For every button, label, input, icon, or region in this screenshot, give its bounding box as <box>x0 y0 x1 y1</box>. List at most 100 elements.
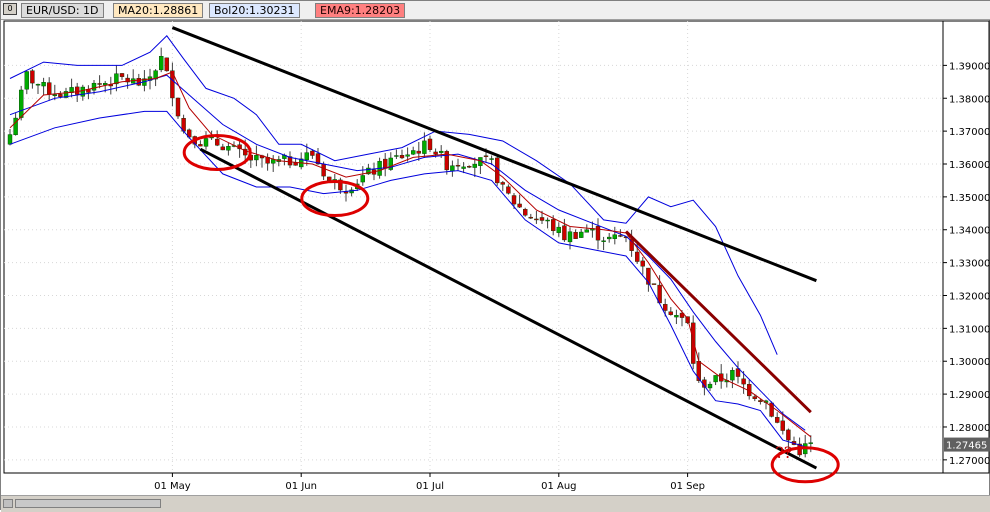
candle-bearish <box>758 400 763 402</box>
candle-bearish <box>786 429 791 441</box>
horizontal-scrollbar[interactable] <box>1 495 990 512</box>
date-tick-label: 01 Sep <box>670 481 705 492</box>
candle-bearish <box>327 176 332 181</box>
price-tick-label: 1.32000 <box>949 291 990 302</box>
candle-bearish <box>663 304 668 311</box>
candle-bearish <box>539 217 545 221</box>
candle-bullish <box>405 154 410 157</box>
candle-bullish <box>411 150 416 155</box>
candle-bullish <box>450 165 455 172</box>
candle-bearish <box>517 203 522 208</box>
candle-bullish <box>461 166 466 169</box>
date-tick-label: 01 Jun <box>285 481 317 492</box>
price-tick-label: 1.28000 <box>949 423 990 434</box>
symbol-timeframe-label[interactable]: EUR/USD: 1D <box>21 3 104 18</box>
candle-bullish <box>19 89 24 118</box>
candle-bullish <box>584 229 589 233</box>
price-tick-label: 1.37000 <box>949 127 990 138</box>
candle-bearish <box>668 311 673 315</box>
bollinger-indicator-label[interactable]: Bol20:1.30231 <box>209 3 300 18</box>
candle-bearish <box>175 97 181 117</box>
candle-bullish <box>360 175 365 183</box>
question-marks-annotation: ?? <box>775 443 792 462</box>
candle-bearish <box>551 219 556 231</box>
price-tick-label: 1.38000 <box>949 94 990 105</box>
price-chart[interactable]: 1.39000 1.38000 1.37000 1.36000 1.35000 1.340… <box>1 19 990 495</box>
candle-bearish <box>214 138 220 146</box>
candle-bullish <box>91 82 97 91</box>
candle-bearish <box>321 163 326 177</box>
ma20-indicator-label[interactable]: MA20:1.28861 <box>113 3 204 18</box>
candle-bearish <box>640 260 645 267</box>
candle-bearish <box>506 186 511 194</box>
candle-bearish <box>528 216 533 219</box>
candle-bullish <box>203 138 209 147</box>
candle-bullish <box>545 219 550 222</box>
candle-bullish <box>674 315 679 318</box>
candle-bullish <box>226 146 231 151</box>
candle-bullish <box>24 71 29 90</box>
candle-bearish <box>58 94 63 98</box>
candle-bearish <box>455 165 461 167</box>
price-tick-label: 1.39000 <box>949 61 990 72</box>
candle-bearish <box>691 322 696 364</box>
price-tick-label: 1.33000 <box>949 259 990 270</box>
candle-bullish <box>601 240 606 242</box>
candle-bearish <box>573 231 578 239</box>
candle-bullish <box>707 383 713 389</box>
candle-bearish <box>74 86 80 95</box>
candle-bullish <box>422 140 427 154</box>
candle-bearish <box>343 191 349 194</box>
candle-bullish <box>489 158 494 160</box>
candle-bearish <box>30 70 35 84</box>
window-menu-icon[interactable]: 0 <box>3 3 17 15</box>
chart-window: 0 EUR/USD: 1D MA20:1.28861 Bol20:1.30231… <box>0 0 990 512</box>
candle-bearish <box>651 283 657 285</box>
candle-bullish <box>52 94 57 96</box>
candle-bearish <box>383 158 388 169</box>
indicator-toolbar: 0 EUR/USD: 1D MA20:1.28861 Bol20:1.30231… <box>1 1 990 20</box>
candle-bearish <box>562 225 567 241</box>
candle-bearish <box>119 73 125 77</box>
candle-bullish <box>567 231 573 243</box>
price-tick-label: 1.34000 <box>949 226 990 237</box>
candle-bullish <box>713 375 718 383</box>
price-tick-label: 1.30000 <box>949 357 990 368</box>
candle-bullish <box>556 226 561 233</box>
last-price-label: 1.27465 <box>946 441 987 452</box>
candle-bearish <box>97 83 102 85</box>
candle-bullish <box>579 231 584 238</box>
candle-bearish <box>780 420 785 431</box>
candle-bullish <box>304 152 309 161</box>
candle-bearish <box>427 138 433 150</box>
price-tick-label: 1.27000 <box>949 456 990 467</box>
scroll-left-arrow-icon[interactable] <box>3 499 13 508</box>
candle-bullish <box>41 82 46 87</box>
candle-bearish <box>741 378 746 385</box>
scroll-thumb[interactable] <box>15 499 161 508</box>
candle-bullish <box>35 83 41 86</box>
candle-bearish <box>220 146 226 151</box>
price-tick-label: 1.35000 <box>949 193 990 204</box>
candle-bearish <box>293 162 298 166</box>
candle-bearish <box>416 150 421 154</box>
candle-bullish <box>394 155 399 157</box>
candle-bullish <box>808 442 813 444</box>
candle-bearish <box>433 151 438 155</box>
candle-bearish <box>310 150 315 156</box>
candle-bearish <box>752 396 757 399</box>
ema9-indicator-label[interactable]: EMA9:1.28203 <box>315 3 406 18</box>
candle-bearish <box>483 155 489 157</box>
candle-bearish <box>523 208 528 216</box>
candle-bullish <box>730 370 735 381</box>
candle-bullish <box>612 234 617 239</box>
price-tick-label: 1.29000 <box>949 390 990 401</box>
candle-bullish <box>80 86 86 97</box>
price-axis-panel <box>942 20 990 474</box>
candle-bearish <box>467 166 472 168</box>
candle-bearish <box>775 417 780 423</box>
candle-bearish <box>47 82 52 95</box>
candle-bearish <box>495 157 500 184</box>
candle-bearish <box>399 155 405 159</box>
price-tick-label: 1.36000 <box>949 160 990 171</box>
